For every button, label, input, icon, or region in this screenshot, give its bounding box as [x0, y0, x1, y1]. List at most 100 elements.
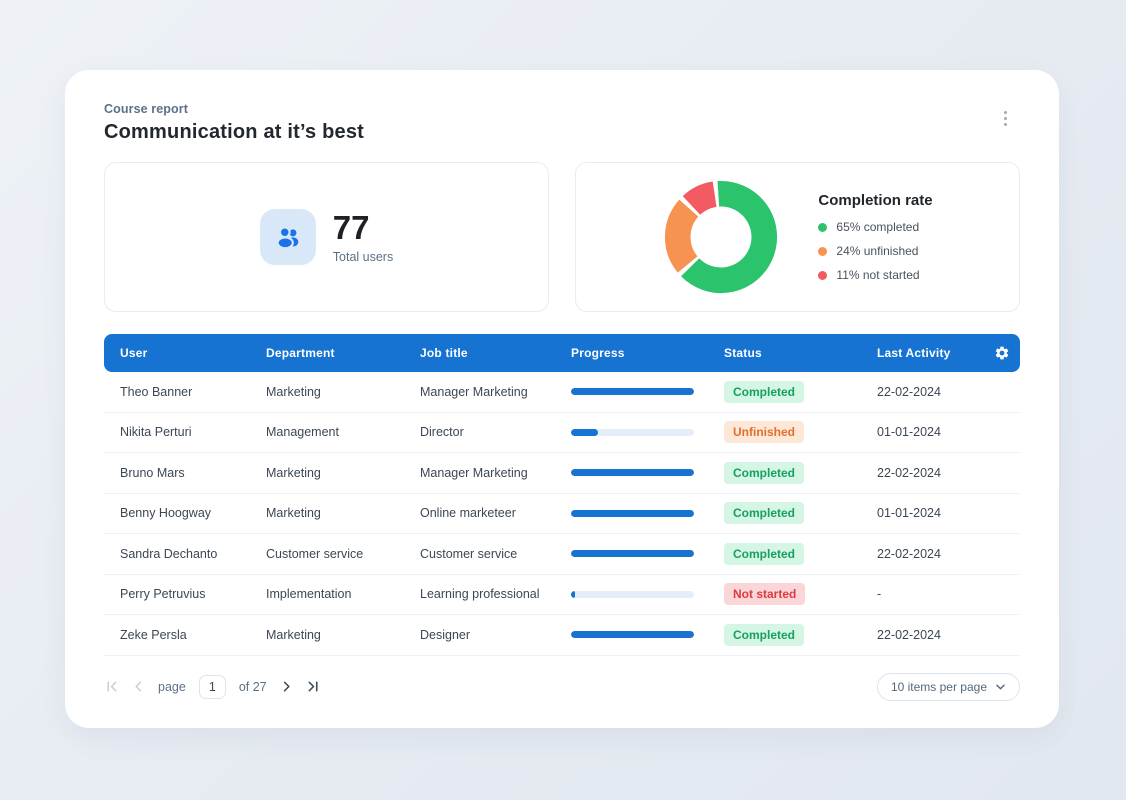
- legend-dot: [818, 247, 827, 256]
- completion-legend: 65% completed 24% unfinished 11% not sta…: [818, 220, 932, 282]
- progress-bar: [571, 550, 694, 557]
- cell-job-title: Customer service: [420, 547, 571, 561]
- cell-progress: [571, 631, 724, 638]
- page-total-label: of 27: [239, 680, 267, 694]
- status-badge: Completed: [724, 543, 804, 565]
- cell-job-title: Learning professional: [420, 587, 571, 601]
- legend-label: 11% not started: [836, 268, 919, 282]
- cell-status: Completed: [724, 624, 877, 646]
- table-row[interactable]: Nikita Perturi Management Director Unfin…: [104, 413, 1020, 454]
- cell-user: Sandra Dechanto: [104, 547, 266, 561]
- table-body: Theo Banner Marketing Manager Marketing …: [104, 372, 1020, 656]
- cell-progress: [571, 388, 724, 395]
- table-row[interactable]: Sandra Dechanto Customer service Custome…: [104, 534, 1020, 575]
- cell-status: Completed: [724, 502, 877, 524]
- progress-bar: [571, 429, 694, 436]
- progress-fill: [571, 550, 694, 557]
- first-page-icon[interactable]: [104, 680, 118, 694]
- report-card: Course report Communication at it’s best…: [65, 70, 1059, 728]
- cell-status: Unfinished: [724, 421, 877, 443]
- status-badge: Completed: [724, 624, 804, 646]
- cell-department: Marketing: [266, 466, 420, 480]
- legend-item: 65% completed: [818, 220, 932, 234]
- page-title: Communication at it’s best: [104, 121, 1020, 144]
- progress-bar: [571, 631, 694, 638]
- completion-donut-chart: [662, 178, 780, 296]
- progress-bar: [571, 591, 694, 598]
- users-icon: [260, 209, 316, 265]
- legend-dot: [818, 271, 827, 280]
- items-per-page-label: 10 items per page: [891, 680, 987, 694]
- column-header-department[interactable]: Department: [266, 346, 420, 360]
- column-header-status[interactable]: Status: [724, 346, 877, 360]
- progress-fill: [571, 631, 694, 638]
- cell-job-title: Manager Marketing: [420, 385, 571, 399]
- progress-fill: [571, 510, 694, 517]
- cell-department: Marketing: [266, 506, 420, 520]
- status-badge: Completed: [724, 502, 804, 524]
- table-settings-gear-icon[interactable]: [984, 345, 1020, 361]
- cell-department: Customer service: [266, 547, 420, 561]
- progress-bar: [571, 510, 694, 517]
- legend-item: 11% not started: [818, 268, 932, 282]
- total-users-card: 77 Total users: [104, 162, 549, 312]
- completion-rate-title: Completion rate: [818, 192, 932, 209]
- legend-item: 24% unfinished: [818, 244, 932, 258]
- cell-progress: [571, 469, 724, 476]
- progress-fill: [571, 591, 575, 598]
- total-users-label: Total users: [333, 250, 393, 264]
- progress-bar: [571, 469, 694, 476]
- status-badge: Not started: [724, 583, 805, 605]
- cell-last-activity: -: [877, 587, 984, 601]
- items-per-page-select[interactable]: 10 items per page: [877, 673, 1020, 701]
- legend-label: 65% completed: [836, 220, 919, 234]
- next-page-icon[interactable]: [280, 680, 294, 694]
- page-label: page: [158, 680, 186, 694]
- table-row[interactable]: Perry Petruvius Implementation Learning …: [104, 575, 1020, 616]
- table-row[interactable]: Bruno Mars Marketing Manager Marketing C…: [104, 453, 1020, 494]
- progress-bar: [571, 388, 694, 395]
- cell-user: Perry Petruvius: [104, 587, 266, 601]
- cell-last-activity: 22-02-2024: [877, 547, 984, 561]
- pagination: page of 27 10 items per page: [104, 673, 1020, 701]
- cell-progress: [571, 429, 724, 436]
- more-options-icon[interactable]: [993, 104, 1017, 132]
- cell-progress: [571, 510, 724, 517]
- cell-job-title: Online marketeer: [420, 506, 571, 520]
- cell-job-title: Director: [420, 425, 571, 439]
- table-row[interactable]: Theo Banner Marketing Manager Marketing …: [104, 372, 1020, 413]
- table-row[interactable]: Benny Hoogway Marketing Online marketeer…: [104, 494, 1020, 535]
- cell-status: Completed: [724, 462, 877, 484]
- cell-job-title: Manager Marketing: [420, 466, 571, 480]
- cell-department: Marketing: [266, 628, 420, 642]
- legend-dot: [818, 223, 827, 232]
- legend-label: 24% unfinished: [836, 244, 918, 258]
- chevron-down-icon: [995, 683, 1006, 691]
- status-badge: Completed: [724, 381, 804, 403]
- progress-fill: [571, 388, 694, 395]
- cell-last-activity: 01-01-2024: [877, 425, 984, 439]
- column-header-progress[interactable]: Progress: [571, 346, 724, 360]
- cell-progress: [571, 550, 724, 557]
- cell-user: Benny Hoogway: [104, 506, 266, 520]
- progress-fill: [571, 469, 694, 476]
- last-page-icon[interactable]: [307, 680, 321, 694]
- cell-progress: [571, 591, 724, 598]
- report-header: Course report Communication at it’s best: [104, 102, 1020, 144]
- column-header-last-activity[interactable]: Last Activity: [877, 346, 984, 360]
- column-header-user[interactable]: User: [104, 346, 266, 360]
- cell-last-activity: 01-01-2024: [877, 506, 984, 520]
- table-header: User Department Job title Progress Statu…: [104, 334, 1020, 372]
- cell-job-title: Designer: [420, 628, 571, 642]
- progress-fill: [571, 429, 598, 436]
- cell-status: Completed: [724, 543, 877, 565]
- cell-department: Management: [266, 425, 420, 439]
- previous-page-icon[interactable]: [131, 680, 145, 694]
- report-eyebrow: Course report: [104, 102, 1020, 116]
- stat-cards: 77 Total users Completion rate 65% compl…: [104, 162, 1020, 312]
- page-number-input[interactable]: [199, 675, 226, 699]
- cell-user: Bruno Mars: [104, 466, 266, 480]
- status-badge: Completed: [724, 462, 804, 484]
- table-row[interactable]: Zeke Persla Marketing Designer Completed…: [104, 615, 1020, 656]
- column-header-job-title[interactable]: Job title: [420, 346, 571, 360]
